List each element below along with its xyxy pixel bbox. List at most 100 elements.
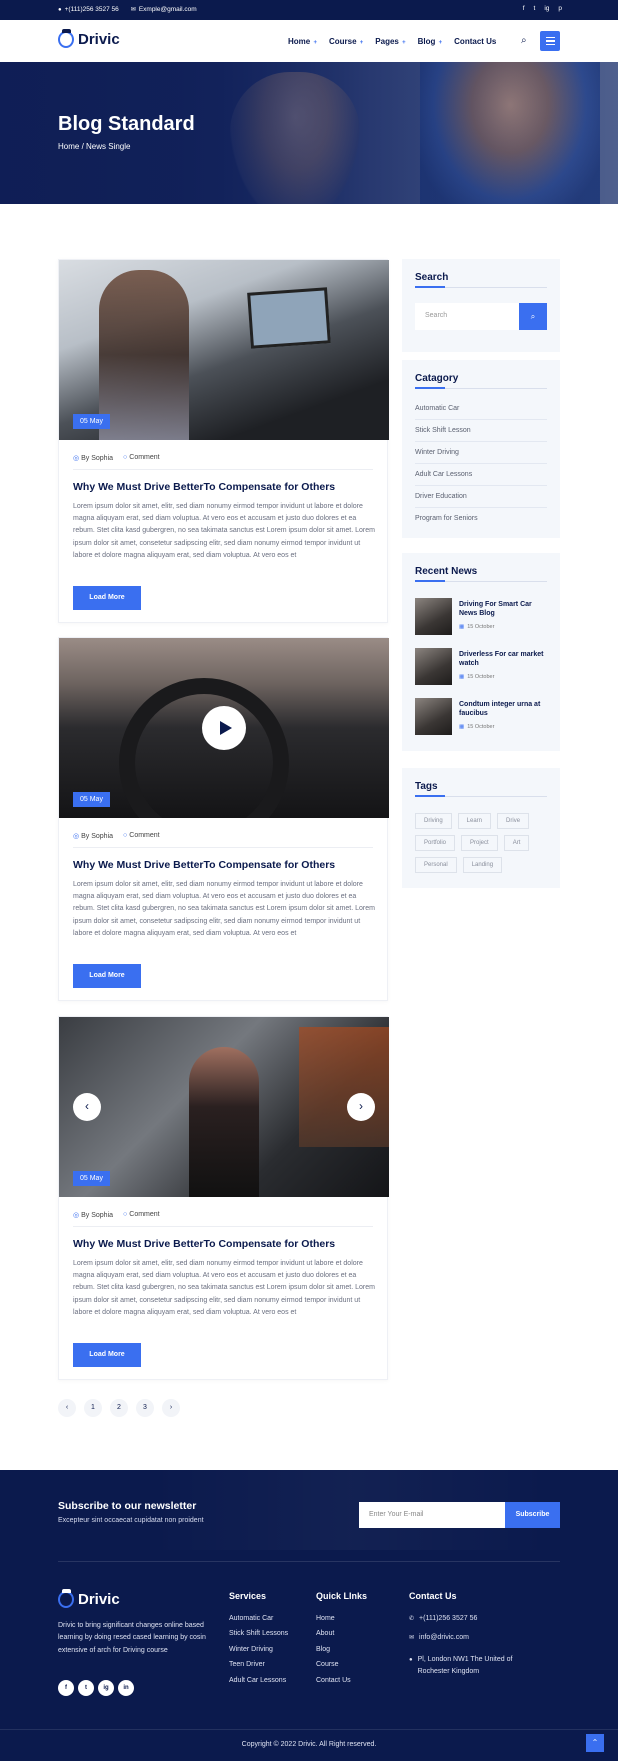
instagram-icon[interactable]: ig: [98, 1680, 114, 1696]
tag[interactable]: Drive: [497, 813, 530, 829]
twitter-icon[interactable]: t: [534, 5, 536, 12]
nav-blog[interactable]: Blog +: [418, 37, 443, 46]
footer-col-title: Contact Us: [409, 1591, 457, 1601]
map-pin-icon: ●: [58, 7, 62, 13]
post-comment[interactable]: ○ Comment: [123, 454, 160, 462]
news-date: ▦ 15 October: [459, 624, 494, 630]
load-more-button[interactable]: Load More: [73, 1343, 141, 1367]
footer-link[interactable]: Automatic Car: [229, 1615, 288, 1630]
post-author[interactable]: ◎ By Sophia: [73, 454, 113, 462]
linkedin-icon[interactable]: in: [118, 1680, 134, 1696]
search-icon[interactable]: ⌕: [521, 35, 527, 46]
mail-icon: ✉: [130, 7, 136, 13]
tag[interactable]: Art: [503, 835, 530, 851]
footer-services: Services Automatic Car Stick Shift Lesso…: [229, 1591, 288, 1692]
topbar-phone-text: +(111)256 3527 56: [64, 6, 119, 13]
facebook-icon[interactable]: f: [58, 1680, 74, 1696]
pagination-page[interactable]: 3: [136, 1399, 154, 1417]
category-item[interactable]: Adult Car Lessons: [415, 464, 547, 486]
recent-news-item[interactable]: Condtum integer urna at faucibus ▦ 15 Oct…: [415, 698, 547, 736]
scroll-to-top-button[interactable]: ⌃: [586, 1734, 604, 1752]
news-date: ▦ 15 October: [459, 674, 494, 680]
pagination-next[interactable]: ›: [162, 1399, 180, 1417]
pagination-page[interactable]: 2: [110, 1399, 128, 1417]
post-image[interactable]: ‹ ›: [59, 1017, 389, 1197]
newsletter-subtitle: Excepteur sint occaecat cupidatat non pr…: [58, 1517, 204, 1524]
search-button[interactable]: ⌕: [519, 303, 547, 330]
newsletter-email-input[interactable]: Enter Your E-mail: [359, 1502, 505, 1528]
tag[interactable]: Personal: [415, 857, 457, 873]
load-more-button[interactable]: Load More: [73, 964, 141, 988]
copyright: Copyright © 2022 Drivic. All Right reser…: [241, 1741, 377, 1748]
play-button[interactable]: [202, 706, 246, 750]
pagination-page[interactable]: 1: [84, 1399, 102, 1417]
breadcrumb[interactable]: Home / News Single: [58, 142, 130, 151]
car-screen-graphic: [247, 287, 331, 349]
tags-widget: Tags Driving Learn Drive Portfolio Proje…: [402, 768, 560, 888]
footer-link[interactable]: Course: [316, 1661, 367, 1676]
topbar-email[interactable]: ✉ Exmple@gmail.com: [131, 6, 197, 13]
footer-link[interactable]: Home: [316, 1615, 367, 1630]
post-comment-text: Comment: [129, 454, 160, 461]
footer-phone[interactable]: ✆ +(111)256 3527 56: [409, 1615, 539, 1630]
footer-email-text: info@drivic.com: [419, 1634, 469, 1642]
category-item[interactable]: Program for Seniors: [415, 508, 547, 530]
post-meta: ◎ By Sophia ○ Comment: [73, 1211, 160, 1219]
load-more-button[interactable]: Load More: [73, 586, 141, 610]
facebook-icon[interactable]: f: [523, 5, 525, 12]
nav-label: Contact Us: [454, 37, 497, 46]
pinterest-icon[interactable]: p: [558, 5, 562, 12]
divider: [73, 1226, 373, 1227]
post-excerpt: Lorem ipsum dolor sit amet, elitr, sed d…: [73, 881, 375, 937]
footer-link[interactable]: Stick Shift Lessons: [229, 1630, 288, 1645]
mail-icon: ✉: [409, 1635, 415, 1642]
footer-link[interactable]: Winter Driving: [229, 1646, 288, 1661]
instagram-icon[interactable]: ig: [544, 5, 549, 12]
footer-link[interactable]: Contact Us: [316, 1677, 367, 1692]
footer-link[interactable]: Blog: [316, 1646, 367, 1661]
post-comment[interactable]: ○ Comment: [123, 1211, 160, 1219]
footer-link[interactable]: Adult Car Lessons: [229, 1677, 288, 1692]
widget-title: Recent News: [415, 566, 478, 577]
tag[interactable]: Learn: [457, 813, 492, 829]
post-title[interactable]: Why We Must Drive BetterTo Compensate fo…: [73, 859, 335, 871]
post-image[interactable]: [59, 260, 389, 440]
post-image[interactable]: [59, 638, 389, 818]
nav-home[interactable]: Home +: [288, 37, 317, 46]
tag[interactable]: Landing: [462, 857, 503, 873]
nav-contact[interactable]: Contact Us: [454, 37, 496, 46]
carousel-prev-button[interactable]: ‹: [73, 1093, 101, 1121]
pagination-prev[interactable]: ‹: [58, 1399, 76, 1417]
logo-text: Drivic: [78, 1591, 120, 1608]
nav-label: Pages: [375, 37, 399, 46]
footer-logo[interactable]: Drivic: [58, 1589, 120, 1608]
menu-button[interactable]: [540, 31, 560, 51]
post-title[interactable]: Why We Must Drive BetterTo Compensate fo…: [73, 481, 335, 493]
footer-link[interactable]: About: [316, 1630, 367, 1645]
newsletter-title: Subscribe to our newsletter: [58, 1500, 197, 1512]
calendar-icon: ▦: [459, 724, 465, 730]
category-item[interactable]: Automatic Car: [415, 398, 547, 420]
category-item[interactable]: Winter Driving: [415, 442, 547, 464]
footer-email[interactable]: ✉ info@drivic.com: [409, 1634, 539, 1649]
post-author[interactable]: ◎ By Sophia: [73, 1211, 113, 1219]
category-item[interactable]: Stick Shift Lesson: [415, 420, 547, 442]
category-item[interactable]: Driver Education: [415, 486, 547, 508]
topbar-phone[interactable]: ● +(111)256 3527 56: [58, 6, 119, 13]
footer-link[interactable]: Teen Driver: [229, 1661, 288, 1676]
tag[interactable]: Portfolio: [415, 835, 456, 851]
carousel-next-button[interactable]: ›: [347, 1093, 375, 1121]
nav-course[interactable]: Course +: [329, 37, 363, 46]
post-author[interactable]: ◎ By Sophia: [73, 832, 113, 840]
logo[interactable]: Drivic: [58, 29, 120, 48]
tag[interactable]: Driving: [415, 813, 452, 829]
twitter-icon[interactable]: t: [78, 1680, 94, 1696]
recent-news-item[interactable]: Driving For Smart Car News Blog ▦ 15 Octo…: [415, 598, 547, 636]
post-title[interactable]: Why We Must Drive BetterTo Compensate fo…: [73, 1238, 335, 1250]
nav-pages[interactable]: Pages +: [375, 37, 405, 46]
tag[interactable]: Project: [461, 835, 498, 851]
search-input[interactable]: Search: [415, 303, 519, 330]
subscribe-button[interactable]: Subscribe: [505, 1502, 560, 1528]
post-comment[interactable]: ○ Comment: [123, 832, 160, 840]
recent-news-item[interactable]: Driverless For car market watch ▦ 15 Octo…: [415, 648, 547, 686]
